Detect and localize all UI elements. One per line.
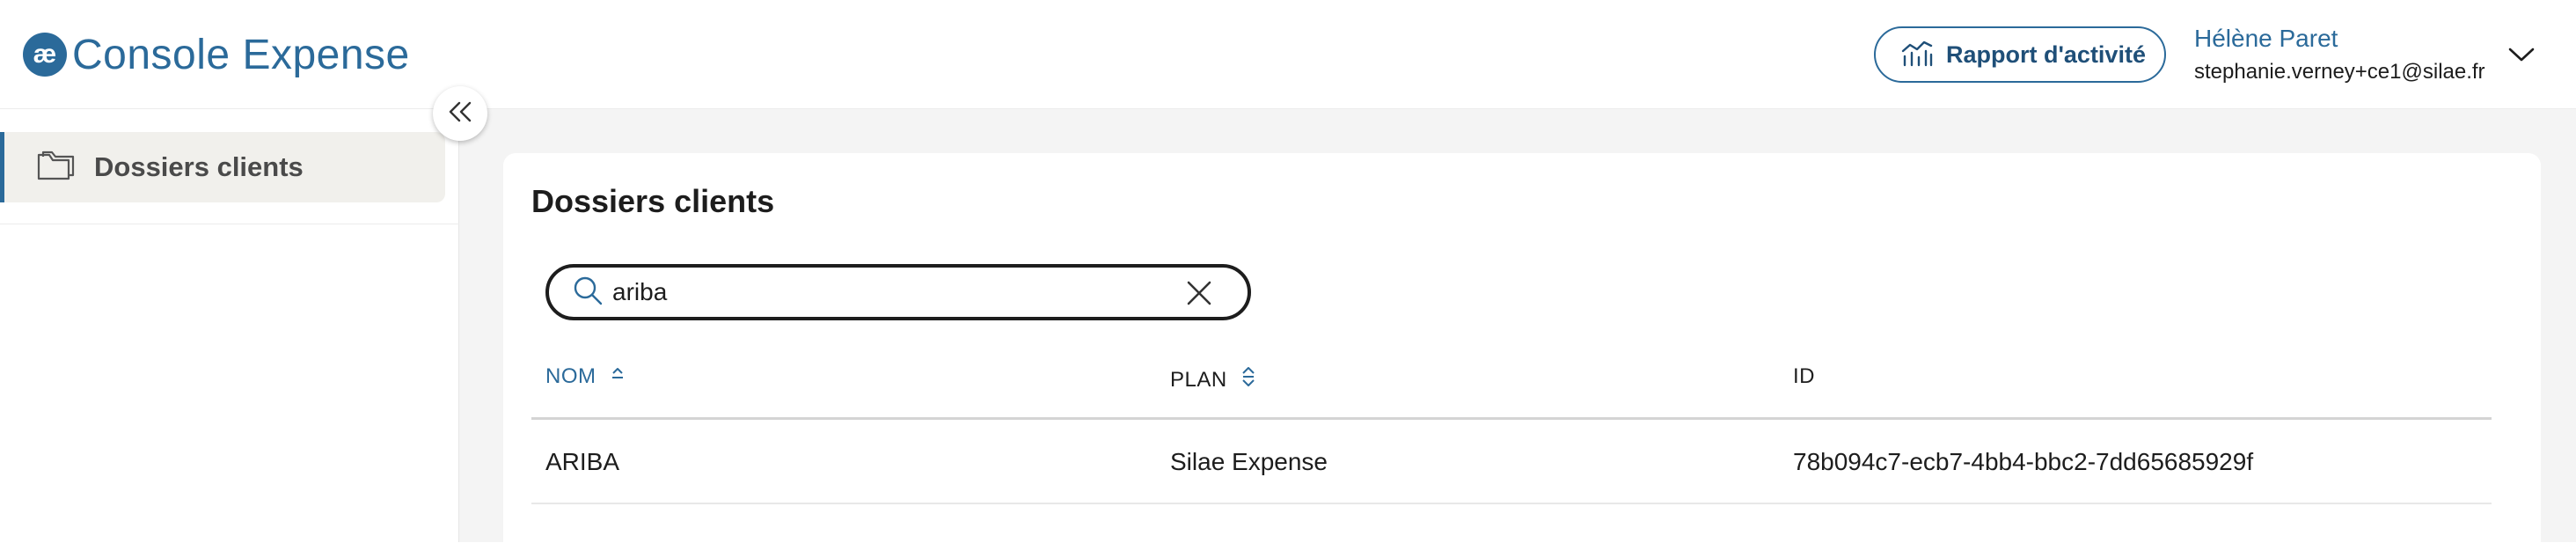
activity-report-button[interactable]: Rapport d'activité [1874, 26, 2166, 83]
user-name: Hélène Paret [2194, 25, 2338, 52]
search-box[interactable] [545, 264, 1251, 320]
column-header-id: ID [1793, 364, 1815, 389]
column-header-plan[interactable]: PLAN [1170, 364, 1257, 395]
double-chevron-left-icon [447, 100, 473, 128]
cell-plan: Silae Expense [1170, 448, 1328, 475]
folder-icon [36, 150, 75, 186]
close-icon[interactable] [1186, 280, 1212, 306]
cell-id: 78b094c7-ecb7-4bb4-bbc2-7dd65685929f [1793, 448, 2254, 475]
search-icon [572, 275, 604, 311]
table-row[interactable]: ARIBA Silae Expense 78b094c7-ecb7-4bb4-b… [531, 420, 2492, 504]
logo-mark: æ [23, 33, 67, 77]
sidebar-item-dossiers-clients[interactable]: Dossiers clients [0, 132, 445, 202]
search-input[interactable] [612, 278, 1175, 306]
page-title: Dossiers clients [531, 183, 775, 219]
column-header-label: NOM [545, 364, 596, 388]
user-email: stephanie.verney+ce1@silae.fr [2194, 60, 2485, 84]
collapse-sidebar-button[interactable] [433, 86, 487, 141]
chart-icon [1900, 39, 1934, 71]
activity-report-label: Rapport d'activité [1946, 40, 2146, 68]
column-header-label: ID [1793, 364, 1815, 388]
user-menu[interactable]: Hélène Paret stephanie.verney+ce1@silae.… [2194, 25, 2485, 84]
sort-ascending-icon [596, 364, 626, 389]
chevron-down-icon[interactable] [2507, 44, 2536, 65]
column-header-nom[interactable]: NOM [545, 364, 626, 389]
sort-icon [1227, 364, 1257, 395]
cell-nom: ARIBA [545, 448, 620, 475]
app-title: Console Expense [72, 31, 410, 78]
top-bar: æ Console Expense Rapport d'activité Hél… [0, 0, 2576, 109]
clients-card: Dossiers clients NOM [503, 153, 2541, 558]
sidebar-item-label: Dossiers clients [94, 151, 304, 182]
sidebar: Dossiers clients [0, 109, 459, 542]
column-header-label: PLAN [1170, 367, 1227, 392]
app-logo[interactable]: æ Console Expense [23, 28, 410, 81]
